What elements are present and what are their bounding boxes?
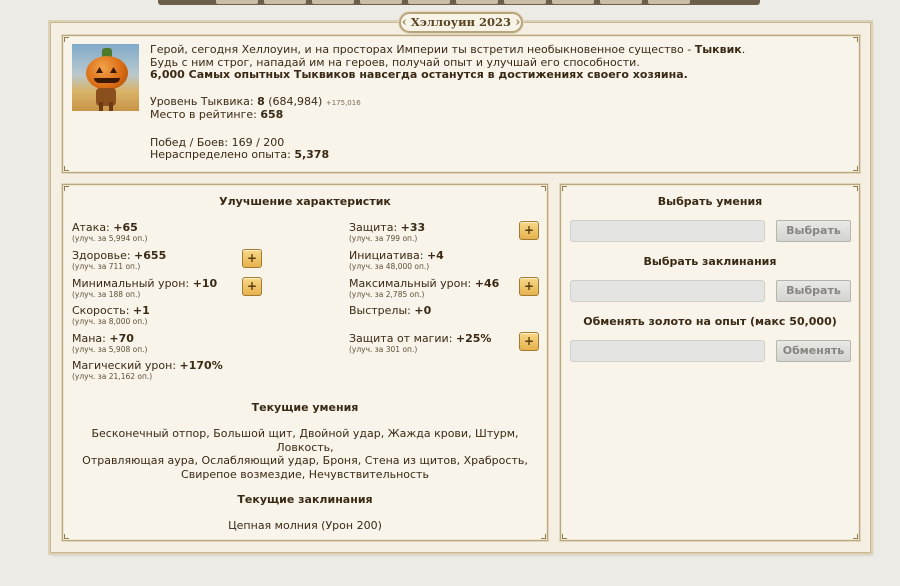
upgrade-stats-panel: Улучшение характеристик Атака: +65 (улуч.… xyxy=(62,184,548,541)
pumpkin-name: Тыквик xyxy=(694,43,742,56)
intro-line-3: 6,000 Самых опытных Тыквиков навсегда ос… xyxy=(150,68,688,81)
pick-spells-button[interactable]: Выбрать xyxy=(776,280,851,302)
pick-skills-title: Выбрать умения xyxy=(657,195,763,208)
top-nav-tab[interactable] xyxy=(552,0,594,4)
stat-shots: Выстрелы: +0 xyxy=(349,304,432,317)
stat-attack: Атака: +65 (улуч. за 5,994 оп.) xyxy=(72,221,148,244)
pumpkin-free-exp: Нераспределено опыта: 5,378 xyxy=(150,148,330,161)
right-chevron-icon: › xyxy=(515,15,521,30)
spells-title: Текущие заклинания xyxy=(237,493,373,506)
upgrade-magic-defense-button[interactable]: + xyxy=(519,332,539,351)
spells-list: Цепная молния (Урон 200) xyxy=(228,519,382,532)
left-chevron-icon: ‹ xyxy=(401,15,407,30)
exp-delta: +175,016 xyxy=(325,98,361,107)
pick-spells-title: Выбрать заклинания xyxy=(643,255,777,268)
gold-amount-input[interactable] xyxy=(570,340,765,362)
skills-title: Текущие умения xyxy=(251,401,359,414)
pick-skills-button[interactable]: Выбрать xyxy=(776,220,851,242)
top-nav-tab[interactable] xyxy=(456,0,498,4)
upgrade-max-damage-button[interactable]: + xyxy=(519,277,539,296)
top-nav-tab[interactable] xyxy=(360,0,402,4)
pumpkin-info-panel: Герой, сегодня Хеллоуин, и на просторах … xyxy=(62,35,860,173)
event-title-badge: ‹ Хэллоуин 2023 › xyxy=(399,12,523,33)
stat-magic-defense: Защита от магии: +25% (улуч. за 301 оп.) xyxy=(349,332,492,355)
stat-mana: Мана: +70 (улуч. за 5,908 оп.) xyxy=(72,332,148,355)
stat-magic-damage: Магический урон: +170% (улуч. за 21,162 о… xyxy=(72,359,223,382)
stat-health: Здоровье: +655 (улуч. за 711 оп.) xyxy=(72,249,167,272)
pumpkin-level: Уровень Тыквика: 8 (684,984) +175,016 xyxy=(150,94,361,108)
stat-initiative: Инициатива: +4 (улуч. за 48,000 оп.) xyxy=(349,249,444,272)
actions-panel: Выбрать умения Выбрать Выбрать заклинани… xyxy=(560,184,860,541)
top-nav-tab[interactable] xyxy=(600,0,642,4)
pumpkin-avatar xyxy=(72,44,139,111)
stat-defense: Защита: +33 (улуч. за 799 оп.) xyxy=(349,221,426,244)
exchange-title: Обменять золото на опыт (макс 50,000) xyxy=(583,315,837,328)
pumpkin-rank: Место в рейтинге: 658 xyxy=(150,108,284,121)
skill-select-field[interactable] xyxy=(570,220,765,242)
top-nav-tab[interactable] xyxy=(264,0,306,4)
top-nav-tab[interactable] xyxy=(408,0,450,4)
stat-min-damage: Минимальный урон: +10 (улуч. за 188 оп.) xyxy=(72,277,218,300)
top-nav-tab[interactable] xyxy=(648,0,690,4)
stat-max-damage: Максимальный урон: +46 (улуч. за 2,785 оп… xyxy=(349,277,500,300)
stat-speed: Скорость: +1 (улуч. за 8,000 оп.) xyxy=(72,304,150,327)
exchange-button[interactable]: Обменять xyxy=(776,340,851,362)
top-nav-tab[interactable] xyxy=(504,0,546,4)
top-nav-tab[interactable] xyxy=(312,0,354,4)
upgrade-health-button[interactable]: + xyxy=(242,249,262,268)
upgrade-defense-button[interactable]: + xyxy=(519,221,539,240)
spell-select-field[interactable] xyxy=(570,280,765,302)
intro-line-1: Герой, сегодня Хеллоуин, и на просторах … xyxy=(150,43,746,56)
top-navigation-bar xyxy=(158,0,760,5)
upgrade-min-damage-button[interactable]: + xyxy=(242,277,262,296)
upgrade-title: Улучшение характеристик xyxy=(219,195,391,208)
event-title: Хэллоуин 2023 xyxy=(410,15,512,29)
skills-list: Бесконечный отпор, Большой щит, Двойной … xyxy=(82,427,528,481)
top-nav-tab[interactable] xyxy=(216,0,258,4)
